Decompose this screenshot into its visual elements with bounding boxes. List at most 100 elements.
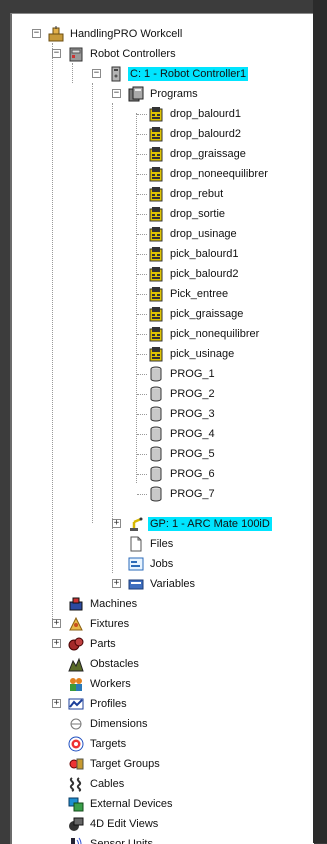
obstacle-icon [68, 657, 84, 672]
tree-line [137, 354, 147, 355]
external-device-icon [68, 797, 84, 812]
collapse-toggle[interactable]: − [32, 29, 41, 38]
tree-node-robot[interactable]: + GP: 1 - ARC Mate 100iD [112, 514, 272, 534]
tree-node-4d-edit-views[interactable]: 4D Edit Views [68, 814, 160, 834]
tree-node-jobs[interactable]: Jobs [128, 554, 175, 574]
tree-node-fixtures[interactable]: + Fixtures [52, 614, 131, 634]
tree-node-controller[interactable]: − C: 1 - Robot Controller1 [92, 64, 249, 84]
tree-line [137, 174, 147, 175]
tree-label: Machines [90, 598, 138, 610]
tree-node-program[interactable]: PROG_6 [148, 464, 217, 484]
tree-node-program[interactable]: drop_usinage [148, 224, 239, 244]
tree-label: PROG_6 [170, 468, 215, 480]
tree-label: Variables [150, 578, 196, 590]
tree-label: Targets [90, 738, 127, 750]
tree-node-dimensions[interactable]: Dimensions [68, 714, 149, 734]
tree-line [137, 154, 147, 155]
tree-node-program[interactable]: PROG_7 [148, 484, 217, 504]
workers-icon [70, 678, 82, 691]
tp-program-icon [149, 347, 163, 362]
tree-label: PROG_2 [170, 388, 215, 400]
cylinder-program-icon [150, 386, 162, 402]
collapse-toggle[interactable]: − [52, 49, 61, 58]
tree-node-program[interactable]: pick_nonequilibrer [148, 324, 261, 344]
tree-line [72, 63, 73, 83]
expand-toggle[interactable]: + [52, 699, 61, 708]
files-icon [130, 536, 142, 552]
tree-node-program[interactable]: pick_balourd2 [148, 264, 241, 284]
expand-toggle[interactable]: + [52, 619, 61, 628]
cell-browser-panel: − HandlingPRO Workcell − Robot Controlle… [10, 13, 314, 844]
tree-line [136, 113, 137, 483]
workcell-tree[interactable]: − HandlingPRO Workcell − Robot Controlle… [12, 14, 314, 844]
tree-label: PROG_3 [170, 408, 215, 420]
expand-toggle[interactable]: + [52, 639, 61, 648]
tree-node-program[interactable]: PROG_2 [148, 384, 217, 404]
tree-node-files[interactable]: Files [128, 534, 175, 554]
tree-label: PROG_5 [170, 448, 215, 460]
tree-node-program[interactable]: drop_balourd2 [148, 124, 243, 144]
tree-node-program[interactable]: PROG_5 [148, 444, 217, 464]
tree-node-cables[interactable]: Cables [68, 774, 126, 794]
tree-node-workcell[interactable]: − HandlingPRO Workcell [32, 24, 184, 44]
tree-line [137, 294, 147, 295]
tree-node-program[interactable]: pick_balourd1 [148, 244, 241, 264]
expand-toggle[interactable]: + [112, 519, 121, 528]
tree-line [137, 114, 147, 115]
tree-node-external-devices[interactable]: External Devices [68, 794, 175, 814]
tree-label: Workers [90, 678, 131, 690]
tree-line [137, 194, 147, 195]
tree-node-program[interactable]: drop_sortie [148, 204, 227, 224]
tree-label: Fixtures [90, 618, 130, 630]
tree-line [137, 214, 147, 215]
tree-node-parts[interactable]: + Parts [52, 634, 118, 654]
tree-node-program[interactable]: PROG_1 [148, 364, 217, 384]
tree-node-workers[interactable]: Workers [68, 674, 133, 694]
tree-node-program[interactable]: drop_noneequilibrer [148, 164, 270, 184]
controller-icon [111, 66, 121, 82]
tree-label: pick_nonequilibrer [170, 328, 260, 340]
tp-program-icon [149, 327, 163, 342]
tree-label: drop_noneequilibrer [170, 168, 268, 180]
tree-node-profiles[interactable]: + Profiles [52, 694, 129, 714]
tree-line [137, 234, 147, 235]
tp-program-icon [149, 227, 163, 242]
tree-label: Jobs [150, 558, 174, 570]
tp-program-icon [149, 187, 163, 202]
tree-node-machines[interactable]: Machines [68, 594, 139, 614]
cylinder-program-icon [150, 466, 162, 482]
tree-label: Obstacles [90, 658, 139, 670]
tp-program-icon [149, 267, 163, 282]
tree-node-targets[interactable]: Targets [68, 734, 128, 754]
tree-node-robot-controllers[interactable]: − Robot Controllers [52, 44, 178, 64]
programs-folder-icon [128, 86, 144, 102]
tree-node-program[interactable]: drop_balourd1 [148, 104, 243, 124]
collapse-toggle[interactable]: − [112, 89, 121, 98]
tree-node-programs[interactable]: − Programs [112, 84, 200, 104]
tp-program-icon [149, 127, 163, 142]
expand-toggle[interactable]: + [112, 579, 121, 588]
tree-label: pick_graissage [170, 308, 244, 320]
tp-program-icon [149, 287, 163, 302]
tree-node-program[interactable]: Pick_entree [148, 284, 230, 304]
tree-line [137, 254, 147, 255]
tree-node-program[interactable]: drop_graissage [148, 144, 248, 164]
tp-program-icon [149, 167, 163, 182]
tree-node-variables[interactable]: + Variables [112, 574, 197, 594]
tree-line [137, 454, 147, 455]
tree-label: Robot Controllers [90, 48, 176, 60]
tp-program-icon [149, 107, 163, 122]
tree-node-program[interactable]: drop_rebut [148, 184, 225, 204]
tree-node-program[interactable]: PROG_3 [148, 404, 217, 424]
tree-label: External Devices [90, 798, 173, 810]
target-groups-icon [69, 758, 84, 770]
tree-node-obstacles[interactable]: Obstacles [68, 654, 141, 674]
tree-node-program[interactable]: pick_graissage [148, 304, 245, 324]
tree-label: drop_sortie [170, 208, 226, 220]
cylinder-program-icon [150, 486, 162, 502]
collapse-toggle[interactable]: − [92, 69, 101, 78]
profiles-icon [68, 698, 84, 710]
tree-node-program[interactable]: pick_usinage [148, 344, 236, 364]
tree-node-program[interactable]: PROG_4 [148, 424, 217, 444]
tree-node-target-groups[interactable]: Target Groups [68, 754, 162, 774]
